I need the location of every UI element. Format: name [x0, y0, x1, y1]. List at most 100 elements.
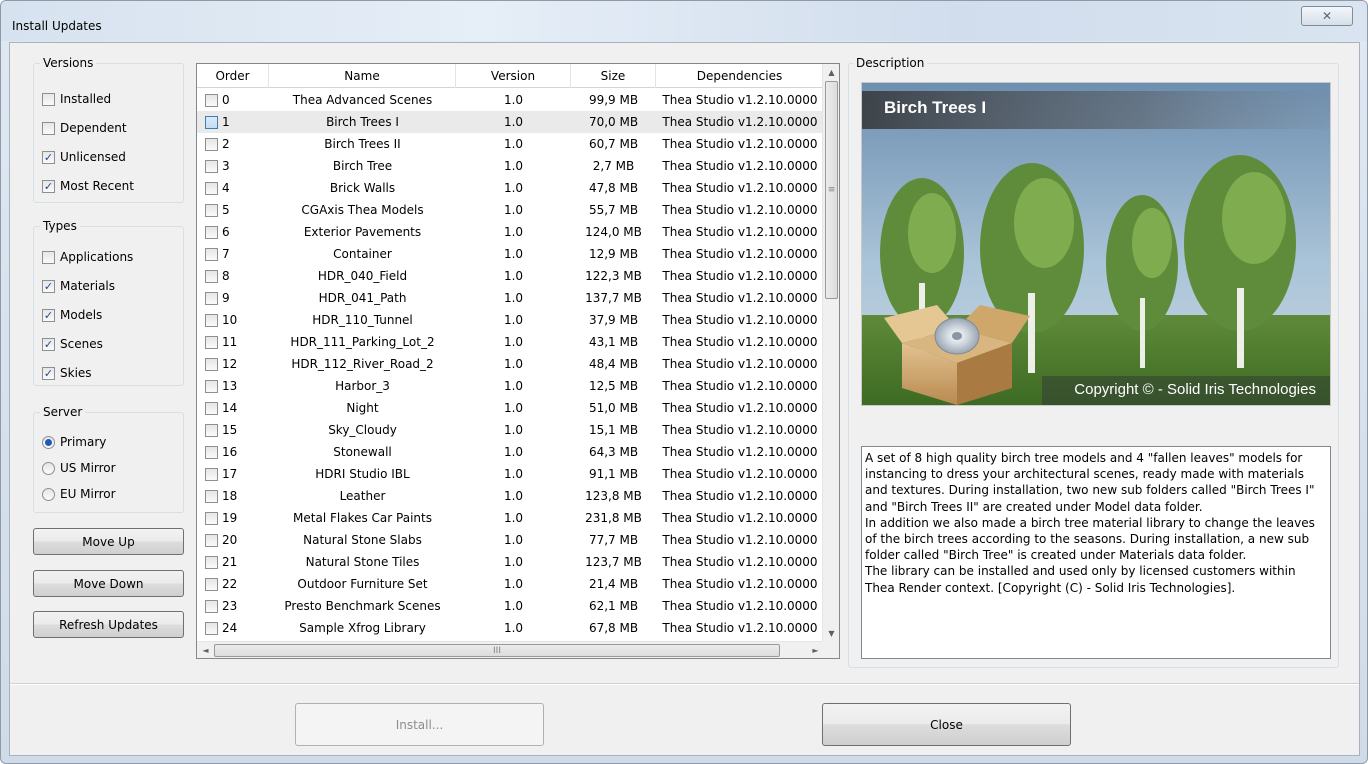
- row-checkbox[interactable]: [205, 291, 218, 305]
- table-row[interactable]: 9 HDR_041_Path 1.0 137,7 MB Thea Studio v1.2…: [197, 287, 824, 309]
- row-checkbox[interactable]: [205, 533, 218, 547]
- vertical-scroll-thumb[interactable]: ≡: [825, 81, 838, 299]
- table-row[interactable]: 22 Outdoor Furniture Set 1.0 21,4 MB Thea St…: [197, 573, 824, 595]
- cell-size: 12,5 MB: [588, 379, 639, 393]
- table-row[interactable]: 0 Thea Advanced Scenes 1.0 99,9 MB Thea Stud…: [197, 89, 824, 111]
- table-row[interactable]: 8 HDR_040_Field 1.0 122,3 MB Thea Studio v1.…: [197, 265, 824, 287]
- table-row[interactable]: 18 Leather 1.0 123,8 MB Thea Studio v1.2.10.…: [197, 485, 824, 507]
- refresh-updates-button[interactable]: Refresh Updates: [33, 611, 184, 638]
- row-checkbox[interactable]: [205, 335, 218, 349]
- column-header-name[interactable]: Name: [269, 64, 456, 88]
- row-checkbox[interactable]: [205, 181, 218, 195]
- row-checkbox[interactable]: [205, 137, 218, 151]
- row-checkbox[interactable]: [205, 93, 218, 107]
- list-horizontal-scrollbar[interactable]: ◄ III ►: [197, 641, 824, 658]
- row-checkbox[interactable]: [205, 621, 218, 635]
- scroll-up-icon[interactable]: ▲: [823, 64, 839, 81]
- row-checkbox[interactable]: [205, 599, 218, 613]
- types-checkbox-materials[interactable]: ✓ Materials: [42, 277, 115, 295]
- table-row[interactable]: 14 Night 1.0 51,0 MB Thea Studio v1.2.10.000…: [197, 397, 824, 419]
- versions-checkbox-unlicensed[interactable]: ✓ Unlicensed: [42, 148, 126, 166]
- row-checkbox[interactable]: [205, 203, 218, 217]
- table-row[interactable]: 20 Natural Stone Slabs 1.0 77,7 MB Thea Stud…: [197, 529, 824, 551]
- versions-checkbox-installed[interactable]: Installed: [42, 90, 111, 108]
- column-header-size[interactable]: Size: [571, 64, 656, 88]
- checkmark-icon[interactable]: ✓: [42, 150, 55, 164]
- scroll-down-icon[interactable]: ▼: [823, 625, 839, 642]
- types-checkbox-models[interactable]: ✓ Models: [42, 306, 102, 324]
- checkbox-box[interactable]: [42, 92, 55, 106]
- checkbox-box[interactable]: [42, 121, 55, 135]
- table-row[interactable]: 23 Presto Benchmark Scenes 1.0 62,1 MB Thea …: [197, 595, 824, 617]
- updates-list[interactable]: Order Name Version Size Dependencies 0 Th…: [196, 63, 840, 659]
- types-checkbox-skies[interactable]: ✓ Skies: [42, 364, 92, 382]
- table-row[interactable]: 6 Exterior Pavements 1.0 124,0 MB Thea Studi…: [197, 221, 824, 243]
- radio-circle[interactable]: [42, 435, 55, 449]
- radio-circle[interactable]: [42, 487, 55, 501]
- close-button[interactable]: Close: [822, 703, 1071, 746]
- row-checkbox[interactable]: [205, 511, 218, 525]
- row-checkbox[interactable]: [205, 445, 218, 459]
- types-checkbox-applications[interactable]: Applications: [42, 248, 133, 266]
- table-row[interactable]: 12 HDR_112_River_Road_2 1.0 48,4 MB Thea Stu…: [197, 353, 824, 375]
- table-row[interactable]: 11 HDR_111_Parking_Lot_2 1.0 43,1 MB Thea St…: [197, 331, 824, 353]
- move-up-button[interactable]: Move Up: [33, 528, 184, 555]
- table-row[interactable]: 15 Sky_Cloudy 1.0 15,1 MB Thea Studio v1.2.1…: [197, 419, 824, 441]
- row-checkbox[interactable]: [205, 159, 218, 173]
- table-row[interactable]: 3 Birch Tree 1.0 2,7 MB Thea Studio v1.2.10.…: [197, 155, 824, 177]
- server-radio-us-mirror[interactable]: US Mirror: [42, 459, 116, 477]
- row-checkbox[interactable]: [205, 489, 218, 503]
- table-row[interactable]: 19 Metal Flakes Car Paints 1.0 231,8 MB Thea…: [197, 507, 824, 529]
- table-row[interactable]: 7 Container 1.0 12,9 MB Thea Studio v1.2.10.…: [197, 243, 824, 265]
- server-radio-primary[interactable]: Primary: [42, 433, 106, 451]
- table-row[interactable]: 5 CGAxis Thea Models 1.0 55,7 MB Thea Studio…: [197, 199, 824, 221]
- row-checkbox[interactable]: [205, 423, 218, 437]
- table-row[interactable]: 1 Birch Trees I 1.0 70,0 MB Thea Studio v1.2…: [197, 111, 824, 133]
- checkmark-icon[interactable]: ✓: [42, 308, 55, 322]
- column-header-dependencies[interactable]: Dependencies: [656, 64, 824, 88]
- checkmark-icon[interactable]: ✓: [42, 366, 55, 380]
- row-checkbox[interactable]: [205, 379, 218, 393]
- table-row[interactable]: 2 Birch Trees II 1.0 60,7 MB Thea Studio v1.…: [197, 133, 824, 155]
- table-row[interactable]: 21 Natural Stone Tiles 1.0 123,7 MB Thea Stu…: [197, 551, 824, 573]
- table-row[interactable]: 17 HDRI Studio IBL 1.0 91,1 MB Thea Studio v…: [197, 463, 824, 485]
- row-checkbox[interactable]: [205, 401, 218, 415]
- scroll-left-icon[interactable]: ◄: [197, 642, 214, 658]
- row-checkbox[interactable]: [205, 313, 218, 327]
- row-checkbox[interactable]: [205, 225, 218, 239]
- description-text[interactable]: A set of 8 high quality birch tree model…: [861, 446, 1331, 659]
- table-row[interactable]: 10 HDR_110_Tunnel 1.0 37,9 MB Thea Studio v1…: [197, 309, 824, 331]
- versions-checkbox-most-recent[interactable]: ✓ Most Recent: [42, 177, 134, 195]
- column-header-version[interactable]: Version: [456, 64, 571, 88]
- types-checkbox-scenes[interactable]: ✓ Scenes: [42, 335, 103, 353]
- checkmark-icon[interactable]: ✓: [42, 337, 55, 351]
- order-value: 23: [222, 599, 238, 613]
- row-checkbox[interactable]: [205, 115, 218, 129]
- checkmark-icon[interactable]: ✓: [42, 179, 55, 193]
- table-row[interactable]: 13 Harbor_3 1.0 12,5 MB Thea Studio v1.2.10.…: [197, 375, 824, 397]
- column-header-order[interactable]: Order: [197, 64, 269, 88]
- row-checkbox[interactable]: [205, 577, 218, 591]
- server-radio-eu-mirror[interactable]: EU Mirror: [42, 485, 116, 503]
- row-checkbox[interactable]: [205, 467, 218, 481]
- row-checkbox[interactable]: [205, 247, 218, 261]
- cell-name: HDR_041_Path: [318, 291, 407, 305]
- checkmark-icon[interactable]: ✓: [42, 279, 55, 293]
- install-button[interactable]: Install...: [295, 703, 544, 746]
- table-row[interactable]: 24 Sample Xfrog Library 1.0 67,8 MB Thea Stu…: [197, 617, 824, 639]
- order-value: 18: [222, 489, 238, 503]
- versions-checkbox-dependent[interactable]: Dependent: [42, 119, 127, 137]
- window-close-button[interactable]: ✕: [1301, 6, 1353, 26]
- list-vertical-scrollbar[interactable]: ▲ ≡ ▼: [822, 64, 839, 642]
- cell-deps: Thea Studio v1.2.10.0000: [662, 445, 818, 459]
- table-row[interactable]: 4 Brick Walls 1.0 47,8 MB Thea Studio v1.2.1…: [197, 177, 824, 199]
- table-row[interactable]: 16 Stonewall 1.0 64,3 MB Thea Studio v1.2.10…: [197, 441, 824, 463]
- row-checkbox[interactable]: [205, 555, 218, 569]
- cell-size: 60,7 MB: [588, 137, 639, 151]
- move-down-button[interactable]: Move Down: [33, 570, 184, 597]
- row-checkbox[interactable]: [205, 269, 218, 283]
- radio-circle[interactable]: [42, 461, 55, 475]
- horizontal-scroll-thumb[interactable]: III: [214, 644, 780, 657]
- row-checkbox[interactable]: [205, 357, 218, 371]
- checkbox-box[interactable]: [42, 250, 55, 264]
